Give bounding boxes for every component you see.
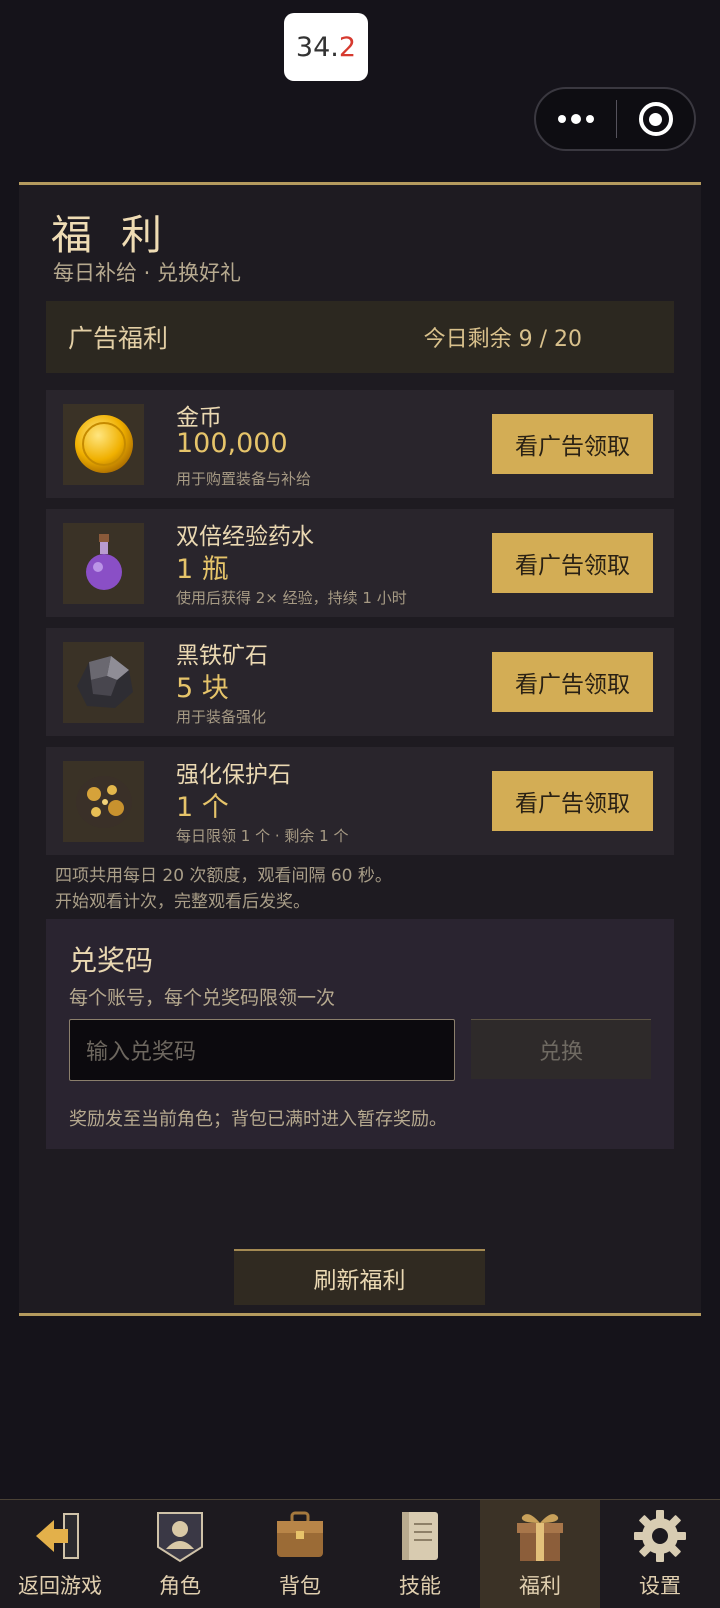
nav-label: 技能	[399, 1574, 441, 1598]
reward-description: 使用后获得 2× 经验，持续 1 小时	[176, 589, 407, 607]
nav-label: 设置	[639, 1574, 681, 1598]
ad-remaining-count: 今日剩余 9 / 20	[423, 327, 582, 352]
reward-quantity: 5 块	[176, 673, 229, 704]
welfare-panel: 福 利 每日补给 · 兑换好礼 广告福利 今日剩余 9 / 20 金币 100,…	[19, 182, 701, 1316]
nav-tab-welfare[interactable]: 福利	[480, 1500, 600, 1608]
more-dot-icon	[571, 114, 581, 124]
potion-icon	[63, 522, 144, 604]
nav-label: 角色	[159, 1574, 201, 1598]
reward-name: 黑铁矿石	[176, 643, 268, 669]
nav-tab-settings[interactable]: 设置	[600, 1500, 720, 1608]
fps-decimal: 2	[338, 31, 357, 63]
nav-tab-skills[interactable]: 技能	[360, 1500, 480, 1608]
nav-tab-character[interactable]: 角色	[120, 1500, 240, 1608]
reward-name: 金币	[176, 405, 222, 431]
book-icon	[392, 1508, 448, 1564]
gold-coin-icon	[63, 403, 144, 485]
redeem-subtitle: 每个账号，每个兑奖码限领一次	[69, 987, 336, 1009]
page-title: 福 利	[51, 211, 171, 259]
back-arrow-icon	[32, 1508, 88, 1564]
fps-value: 34.	[295, 31, 339, 63]
ad-welfare-header: 广告福利 今日剩余 9 / 20	[46, 301, 674, 373]
iron-ore-icon	[63, 641, 144, 723]
redeem-note: 奖励发至当前角色；背包已满时进入暂存奖励。	[69, 1109, 447, 1130]
ad-quota-note: 四项共用每日 20 次额度，观看间隔 60 秒。 开始观看计次，完整观看后发奖。	[55, 863, 392, 915]
redeem-code-input[interactable]: 输入兑奖码	[69, 1019, 455, 1081]
fps-counter: 34. 2	[284, 13, 368, 81]
watch-ad-claim-button[interactable]: 看广告领取	[492, 652, 653, 712]
nav-label: 返回游戏	[18, 1574, 102, 1598]
target-icon	[638, 102, 673, 136]
reward-name: 双倍经验药水	[176, 524, 314, 550]
close-miniprogram-button[interactable]	[617, 102, 694, 136]
character-icon	[152, 1508, 208, 1564]
reward-quantity: 1 瓶	[176, 554, 229, 585]
gear-icon	[632, 1508, 688, 1564]
reward-item-gold: 金币 100,000 用于购置装备与补给 看广告领取	[46, 390, 674, 498]
reward-name: 强化保护石	[176, 762, 291, 788]
refresh-welfare-button[interactable]: 刷新福利	[234, 1249, 485, 1305]
more-dot-icon	[586, 115, 594, 123]
nav-label: 福利	[519, 1574, 561, 1598]
ad-quota-note-line: 四项共用每日 20 次额度，观看间隔 60 秒。	[55, 866, 392, 886]
reward-quantity: 100,000	[176, 428, 288, 459]
more-dot-icon	[558, 115, 566, 123]
protect-stone-icon	[63, 760, 144, 842]
gift-icon	[512, 1508, 568, 1564]
watch-ad-claim-button[interactable]: 看广告领取	[492, 533, 653, 593]
bottom-nav: 返回游戏 角色 背包 技能 福利 设置	[0, 1499, 720, 1608]
reward-quantity: 1 个	[176, 792, 229, 823]
reward-description: 每日限领 1 个 · 剩余 1 个	[176, 827, 349, 845]
reward-item-iron-ore: 黑铁矿石 5 块 用于装备强化 看广告领取	[46, 628, 674, 736]
watch-ad-claim-button[interactable]: 看广告领取	[492, 771, 653, 831]
reward-item-potion: 双倍经验药水 1 瓶 使用后获得 2× 经验，持续 1 小时 看广告领取	[46, 509, 674, 617]
nav-label: 背包	[279, 1574, 321, 1598]
nav-tab-bag[interactable]: 背包	[240, 1500, 360, 1608]
redeem-title: 兑奖码	[69, 944, 154, 977]
reward-description: 用于装备强化	[176, 708, 267, 726]
ad-quota-note-line: 开始观看计次，完整观看后发奖。	[55, 892, 310, 912]
reward-item-protect-stone: 强化保护石 1 个 每日限领 1 个 · 剩余 1 个 看广告领取	[46, 747, 674, 855]
nav-tab-back-to-game[interactable]: 返回游戏	[0, 1500, 120, 1608]
miniprogram-capsule	[534, 87, 696, 151]
page-subtitle: 每日补给 · 兑换好礼	[53, 261, 242, 285]
ad-welfare-title: 广告福利	[68, 324, 169, 353]
reward-description: 用于购置装备与补给	[176, 470, 312, 488]
more-menu-button[interactable]	[536, 114, 616, 124]
redeem-code-section: 兑奖码 每个账号，每个兑奖码限领一次 输入兑奖码 兑换 奖励发至当前角色；背包已…	[46, 919, 674, 1149]
bag-icon	[272, 1508, 328, 1564]
watch-ad-claim-button[interactable]: 看广告领取	[492, 414, 653, 474]
redeem-button[interactable]: 兑换	[471, 1019, 651, 1079]
